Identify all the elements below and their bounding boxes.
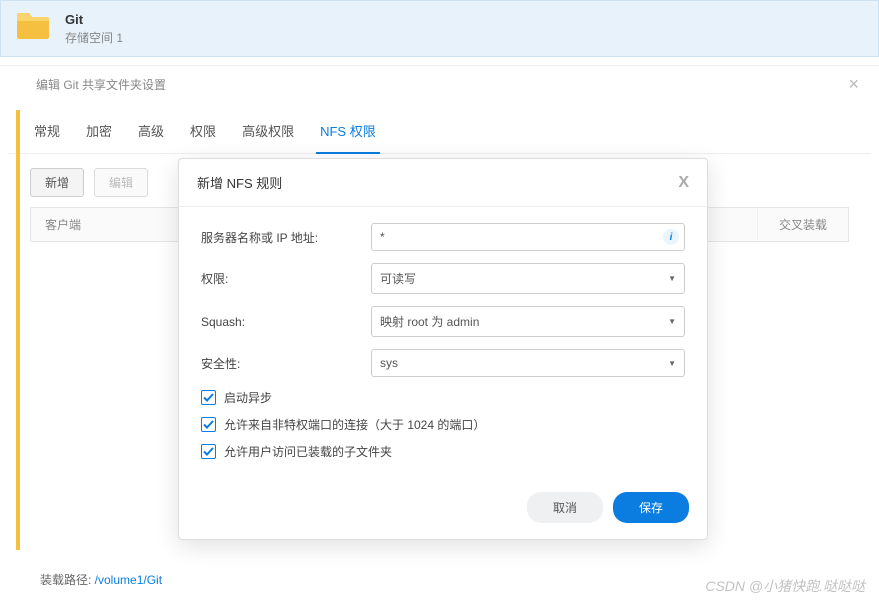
- nonpriv-label: 允许来自非特权端口的连接（大于 1024 的端口）: [224, 416, 485, 433]
- nonpriv-checkbox[interactable]: [201, 417, 216, 432]
- chevron-down-icon: ▼: [668, 317, 676, 326]
- cancel-button[interactable]: 取消: [527, 492, 603, 523]
- security-value: sys: [380, 356, 398, 370]
- squash-label: Squash:: [201, 315, 371, 329]
- host-label: 服务器名称或 IP 地址:: [201, 229, 371, 246]
- chevron-down-icon: ▼: [668, 274, 676, 283]
- security-select[interactable]: sys ▼: [371, 349, 685, 377]
- watermark: CSDN @小猪快跑.哒哒哒: [705, 576, 865, 596]
- save-button[interactable]: 保存: [613, 492, 689, 523]
- modal-close-icon[interactable]: X: [678, 174, 689, 192]
- squash-value: 映射 root 为 admin: [380, 313, 479, 330]
- modal-backdrop: 新增 NFS 规则 X 服务器名称或 IP 地址: i 权限: 可读写 ▼: [0, 0, 879, 606]
- nfs-rule-modal: 新增 NFS 规则 X 服务器名称或 IP 地址: i 权限: 可读写 ▼: [178, 158, 708, 540]
- subfolders-label: 允许用户访问已装载的子文件夹: [224, 443, 392, 460]
- security-label: 安全性:: [201, 355, 371, 372]
- info-icon[interactable]: i: [663, 229, 679, 245]
- modal-title: 新增 NFS 规则: [197, 173, 282, 192]
- chevron-down-icon: ▼: [668, 359, 676, 368]
- async-label: 启动异步: [224, 389, 272, 406]
- host-input[interactable]: [371, 223, 685, 251]
- perm-value: 可读写: [380, 270, 416, 287]
- async-checkbox[interactable]: [201, 390, 216, 405]
- subfolders-checkbox[interactable]: [201, 444, 216, 459]
- perm-select[interactable]: 可读写 ▼: [371, 263, 685, 294]
- perm-label: 权限:: [201, 270, 371, 287]
- squash-select[interactable]: 映射 root 为 admin ▼: [371, 306, 685, 337]
